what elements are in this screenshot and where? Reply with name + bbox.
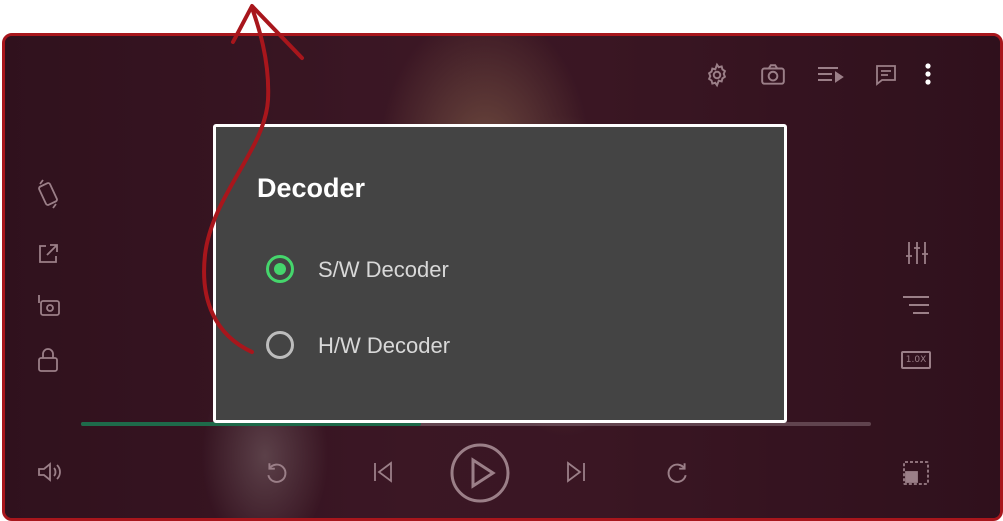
forward-icon[interactable] xyxy=(664,460,690,486)
radio-unselected-icon[interactable] xyxy=(266,331,294,359)
open-external-icon[interactable] xyxy=(36,242,60,266)
radio-selected-icon[interactable] xyxy=(266,255,294,283)
playlist-icon[interactable] xyxy=(901,294,931,316)
option-sw-decoder[interactable]: S/W Decoder xyxy=(266,255,666,289)
option-label: H/W Decoder xyxy=(318,333,451,358)
picture-in-picture-icon[interactable] xyxy=(902,460,930,486)
lock-icon[interactable] xyxy=(37,347,59,373)
video-player[interactable]: 1.0X Decoder S/W Decoder H/W Decoder xyxy=(2,33,1003,521)
settings-icon[interactable] xyxy=(704,62,730,88)
play-icon[interactable] xyxy=(449,442,511,504)
background-play-icon[interactable] xyxy=(35,293,61,319)
equalizer-icon[interactable] xyxy=(905,240,929,266)
playlist-play-icon[interactable] xyxy=(816,65,844,85)
skip-previous-icon[interactable] xyxy=(371,460,395,484)
volume-icon[interactable] xyxy=(36,460,64,484)
option-hw-decoder[interactable]: H/W Decoder xyxy=(266,331,666,365)
subtitle-icon[interactable] xyxy=(874,63,898,87)
skip-next-icon[interactable] xyxy=(564,460,588,484)
screen-rotation-icon[interactable] xyxy=(36,178,60,210)
option-label: S/W Decoder xyxy=(318,257,449,282)
camera-icon[interactable] xyxy=(760,63,786,87)
more-vert-icon[interactable] xyxy=(924,62,932,86)
dialog-title: Decoder xyxy=(257,173,366,203)
speed-badge-label: 1.0X xyxy=(901,351,931,369)
replay-icon[interactable] xyxy=(264,460,290,486)
playback-speed-icon[interactable]: 1.0X xyxy=(901,351,931,369)
decoder-dialog: Decoder S/W Decoder H/W Decoder xyxy=(213,124,787,423)
